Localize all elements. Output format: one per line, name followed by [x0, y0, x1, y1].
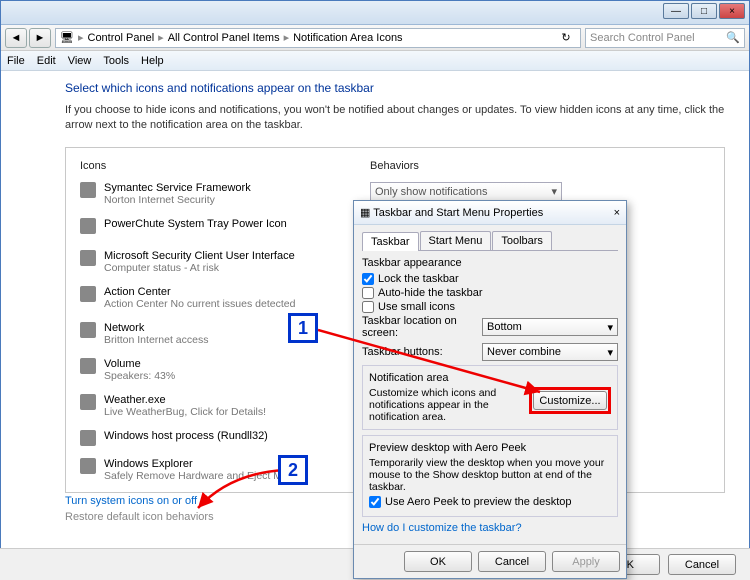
how-customize-link[interactable]: How do I customize the taskbar?	[362, 522, 618, 534]
taskbar-properties-dialog: ▦ Taskbar and Start Menu Properties × Ta…	[353, 200, 627, 579]
icon-subtitle: Computer status - At risk	[104, 262, 295, 274]
icon-title: Network	[104, 322, 208, 334]
cancel-button[interactable]: Cancel	[668, 554, 736, 575]
breadcrumb-item[interactable]: Control Panel	[88, 32, 155, 44]
minimize-button[interactable]: —	[663, 3, 689, 19]
tray-icon	[80, 322, 96, 338]
chevron-down-icon: ▾	[607, 321, 613, 334]
annotation-marker-1: 1	[288, 313, 318, 343]
group-appearance-label: Taskbar appearance	[362, 257, 618, 269]
menu-view[interactable]: View	[68, 55, 92, 67]
icon-title: Volume	[104, 358, 175, 370]
icon-subtitle: Safely Remove Hardware and Eject Media	[104, 470, 302, 482]
col-behaviors-header: Behaviors	[370, 156, 710, 182]
icon-title: Symantec Service Framework	[104, 182, 251, 194]
small-icons-label: Use small icons	[378, 301, 455, 313]
close-button[interactable]: ×	[719, 3, 745, 19]
icon-title: Windows host process (Rundll32)	[104, 430, 268, 442]
icon-subtitle: Speakers: 43%	[104, 370, 175, 382]
behavior-select[interactable]: Only show notifications▾	[370, 182, 562, 202]
taskbar-buttons-select[interactable]: Never combine▾	[482, 343, 618, 361]
breadcrumb[interactable]: 🖥 ▸ Control Panel ▸ All Control Panel It…	[55, 28, 581, 48]
back-button[interactable]: ◄	[5, 28, 27, 48]
dialog-close-icon[interactable]: ×	[614, 207, 620, 219]
dialog-icon: ▦	[360, 207, 370, 219]
icon-title: PowerChute System Tray Power Icon	[104, 218, 287, 230]
customize-button[interactable]: Customize...	[533, 391, 607, 410]
breadcrumb-root-icon: 🖥	[60, 31, 74, 44]
tray-icon	[80, 286, 96, 302]
location-select[interactable]: Bottom▾	[482, 318, 618, 336]
taskbar-buttons-label: Taskbar buttons:	[362, 346, 482, 358]
location-label: Taskbar location on screen:	[362, 315, 482, 339]
group-notification-label: Notification area	[369, 372, 611, 384]
tray-icon	[80, 458, 96, 474]
icon-subtitle: Action Center No current issues detected	[104, 298, 295, 310]
page-description: If you choose to hide icons and notifica…	[65, 103, 725, 133]
annotation-marker-2: 2	[278, 455, 308, 485]
menu-bar: File Edit View Tools Help	[1, 51, 749, 71]
chevron-down-icon: ▾	[607, 346, 613, 359]
col-icons-header: Icons	[80, 156, 370, 182]
icon-title: Weather.exe	[104, 394, 266, 406]
search-input[interactable]: Search Control Panel 🔍	[585, 28, 745, 48]
tab-toolbars[interactable]: Toolbars	[492, 231, 552, 250]
icon-subtitle: Live WeatherBug, Click for Details!	[104, 406, 266, 418]
search-placeholder: Search Control Panel	[590, 32, 695, 44]
menu-tools[interactable]: Tools	[103, 55, 129, 67]
tray-icon	[80, 218, 96, 234]
dialog-ok-button[interactable]: OK	[404, 551, 472, 572]
icon-title: Action Center	[104, 286, 295, 298]
tab-taskbar[interactable]: Taskbar	[362, 232, 419, 251]
peek-desc: Temporarily view the desktop when you mo…	[369, 457, 611, 493]
notification-desc: Customize which icons and notifications …	[369, 387, 523, 423]
dialog-cancel-button[interactable]: Cancel	[478, 551, 546, 572]
search-icon: 🔍	[726, 31, 740, 44]
window-titlebar: — □ ×	[1, 1, 749, 25]
tab-start-menu[interactable]: Start Menu	[420, 231, 492, 250]
page-title: Select which icons and notifications app…	[65, 81, 725, 95]
dialog-apply-button[interactable]: Apply	[552, 551, 620, 572]
autohide-checkbox[interactable]	[362, 287, 374, 299]
breadcrumb-item[interactable]: Notification Area Icons	[293, 32, 402, 44]
chevron-down-icon: ▾	[551, 185, 557, 198]
tray-icon	[80, 430, 96, 446]
aero-peek-label: Use Aero Peek to preview the desktop	[385, 496, 572, 508]
tray-icon	[80, 182, 96, 198]
refresh-icon[interactable]: ↻	[556, 31, 576, 44]
menu-edit[interactable]: Edit	[37, 55, 56, 67]
lock-taskbar-checkbox[interactable]	[362, 273, 374, 285]
maximize-button[interactable]: □	[691, 3, 717, 19]
breadcrumb-item[interactable]: All Control Panel Items	[168, 32, 280, 44]
aero-peek-checkbox[interactable]	[369, 496, 381, 508]
icon-title: Microsoft Security Client User Interface	[104, 250, 295, 262]
tray-icon	[80, 250, 96, 266]
tray-icon	[80, 394, 96, 410]
menu-help[interactable]: Help	[141, 55, 164, 67]
group-peek-label: Preview desktop with Aero Peek	[369, 442, 611, 454]
autohide-label: Auto-hide the taskbar	[378, 287, 483, 299]
small-icons-checkbox[interactable]	[362, 301, 374, 313]
tray-icon	[80, 358, 96, 374]
icon-subtitle: Britton Internet access	[104, 334, 208, 346]
icon-subtitle: Norton Internet Security	[104, 194, 251, 206]
icon-title: Windows Explorer	[104, 458, 302, 470]
forward-button[interactable]: ►	[29, 28, 51, 48]
menu-file[interactable]: File	[7, 55, 25, 67]
dialog-title: Taskbar and Start Menu Properties	[373, 207, 543, 219]
nav-toolbar: ◄ ► 🖥 ▸ Control Panel ▸ All Control Pane…	[1, 25, 749, 51]
lock-taskbar-label: Lock the taskbar	[378, 273, 459, 285]
